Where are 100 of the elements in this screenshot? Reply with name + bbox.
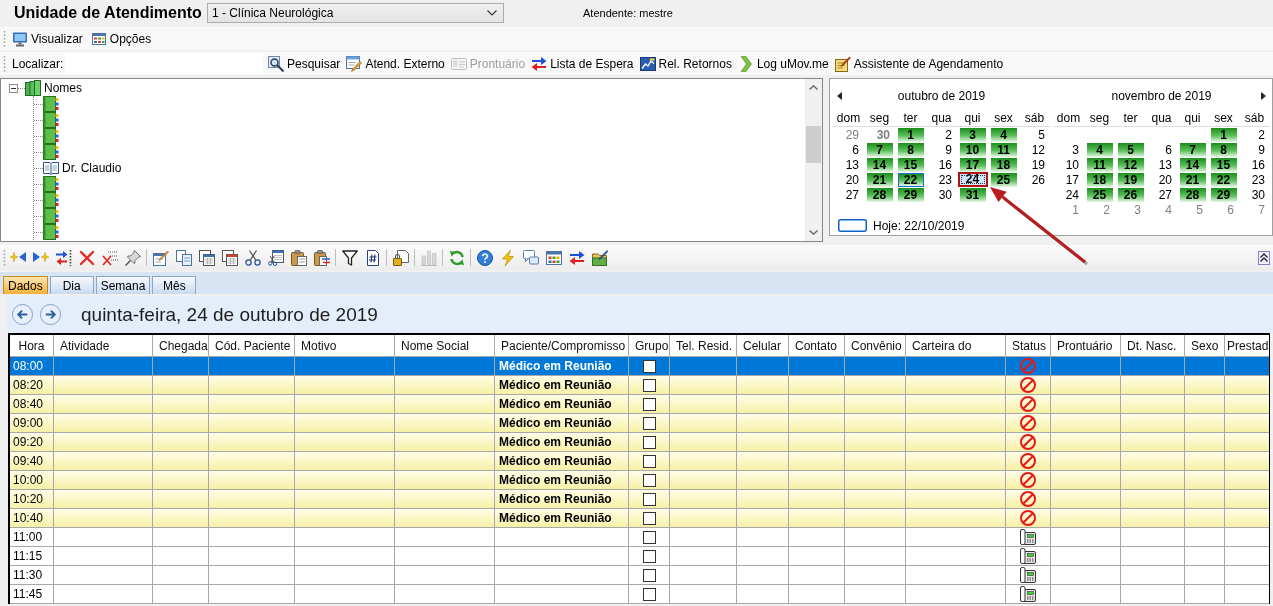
calendar-day[interactable]: 1 [1071,202,1080,217]
checkbox[interactable] [642,397,656,411]
calendar-day[interactable]: 2 [944,127,953,142]
tree-item[interactable]: Dr. Claudio [43,160,122,176]
pushpin-icon[interactable] [124,249,141,266]
arrows-dotted-line-icon[interactable] [55,249,72,266]
calendar-day[interactable]: 30 [875,127,891,142]
calendar-day[interactable]: 3 [1133,202,1142,217]
calendar-day[interactable]: 26 [1117,187,1144,202]
calendar-day[interactable]: 2 [1102,202,1111,217]
calendar-day[interactable]: 23 [937,172,953,187]
calendar-day[interactable]: 17 [959,157,986,172]
calendar-day[interactable]: 25 [990,172,1017,187]
calendar-day[interactable]: 7 [1257,202,1266,217]
calendar-day[interactable]: 9 [1257,142,1266,157]
calendar-day[interactable]: 11 [1086,157,1113,172]
calendar-day[interactable]: 27 [1157,187,1173,202]
checkbox[interactable] [642,587,656,601]
calendar-day[interactable]: 29 [897,187,924,202]
table-row[interactable]: 11:00 [10,528,1269,547]
calendar-day[interactable]: 21 [866,172,893,187]
two-pages-icon[interactable] [175,249,192,266]
table-row[interactable]: 09:20 Médico em Reunião [10,433,1269,452]
scissors-icon[interactable] [244,249,261,266]
checkbox[interactable] [642,473,656,487]
grip-icon[interactable] [3,30,6,47]
menu-item[interactable]: Opções [90,28,152,49]
checkbox[interactable] [642,359,656,373]
checkbox[interactable] [642,435,656,449]
calendar-day[interactable]: 10 [959,142,986,157]
calendar-day[interactable]: 30 [937,187,953,202]
folder-pencil-icon[interactable] [591,249,608,266]
caret-left-icon[interactable] [837,92,842,100]
toolbar-button[interactable]: Pesquisar [268,53,341,74]
calendar-day[interactable]: 22 [1210,172,1237,187]
checkbox[interactable] [642,416,656,430]
scrollbar[interactable] [805,79,822,241]
toolbar-button[interactable]: Assistente de Agendamento [834,53,1004,74]
calendar-day[interactable]: 22 [897,172,924,187]
calendar-day[interactable]: 7 [866,142,893,157]
cross-icon[interactable] [78,249,95,266]
checkbox[interactable] [642,378,656,392]
book-icon[interactable] [43,128,59,144]
calendar-day[interactable]: 5 [1037,127,1046,142]
calendar-day[interactable]: 19 [1117,172,1144,187]
table-row[interactable]: 09:00 Médico em Reunião [10,414,1269,433]
calendar-day[interactable]: 8 [1210,142,1237,157]
book-icon[interactable] [43,208,59,224]
minus-box-icon[interactable] [9,83,18,93]
calendar-day[interactable]: 13 [844,157,860,172]
calendar-day[interactable]: 1 [1210,127,1237,142]
chevron-down-icon[interactable] [809,230,818,235]
calendar-day[interactable]: 28 [1179,187,1206,202]
cross-lines-icon[interactable] [101,249,118,266]
calendar-day[interactable]: 21 [1179,172,1206,187]
calendar-day[interactable]: 5 [1117,142,1144,157]
funnel-icon[interactable] [341,249,358,266]
calendar-day[interactable]: 28 [866,187,893,202]
document-hash-icon[interactable] [364,249,381,266]
unit-select[interactable]: 1 - Clínica Neurológica [207,3,504,23]
double-chevron-up-icon[interactable] [1258,250,1270,265]
calendar-day[interactable]: 10 [1064,157,1080,172]
calendar-day[interactable]: 4 [1164,202,1173,217]
calendar-day[interactable]: 29 [1210,187,1237,202]
checkbox[interactable] [642,530,656,544]
right-arrow-circle-icon[interactable] [40,304,61,325]
table-row[interactable]: 11:45 [10,585,1269,604]
calendar-day[interactable]: 26 [1030,172,1046,187]
table-row[interactable]: 10:00 Médico em Reunião [10,471,1269,490]
calendar-day[interactable]: 30 [1250,187,1266,202]
calendar-day[interactable]: 4 [990,127,1017,142]
calendar-day[interactable]: 17 [1064,172,1080,187]
table-row[interactable]: 08:20 Médico em Reunião [10,376,1269,395]
book-icon[interactable] [43,96,59,112]
document-padlock-icon[interactable] [392,249,409,266]
calendar-day[interactable]: 29 [844,127,860,142]
table-row[interactable]: 10:40 Médico em Reunião [10,509,1269,528]
calendar-day[interactable]: 12 [1030,142,1046,157]
grip-icon[interactable] [3,55,6,72]
toolbar-button[interactable]: Atend. Externo [346,53,445,74]
book-icon[interactable] [43,224,59,240]
calendar-day[interactable]: 8 [897,142,924,157]
clipboard-arrows-icon[interactable] [313,249,330,266]
table-row[interactable]: 08:00 Médico em Reunião [10,357,1269,376]
calendar-day[interactable]: 31 [959,187,986,202]
calendar-day[interactable]: 25 [1086,187,1113,202]
calendar-day[interactable]: 18 [1086,172,1113,187]
circular-arrows-icon[interactable] [448,249,465,266]
table-row[interactable]: 08:40 Médico em Reunião [10,395,1269,414]
chevron-up-icon[interactable] [809,85,818,90]
tab[interactable]: Semana [95,276,151,294]
calendar-day[interactable]: 1 [897,127,924,142]
checkbox[interactable] [642,454,656,468]
calendar-stack-icon[interactable] [198,249,215,266]
table-row[interactable]: 11:30 [10,566,1269,585]
checkbox[interactable] [642,511,656,525]
table-row[interactable]: 10:20 Médico em Reunião [10,490,1269,509]
note-pencil-icon[interactable] [152,249,169,266]
menu-item[interactable]: Visualizar [12,28,83,49]
grip-icon[interactable] [3,249,6,266]
